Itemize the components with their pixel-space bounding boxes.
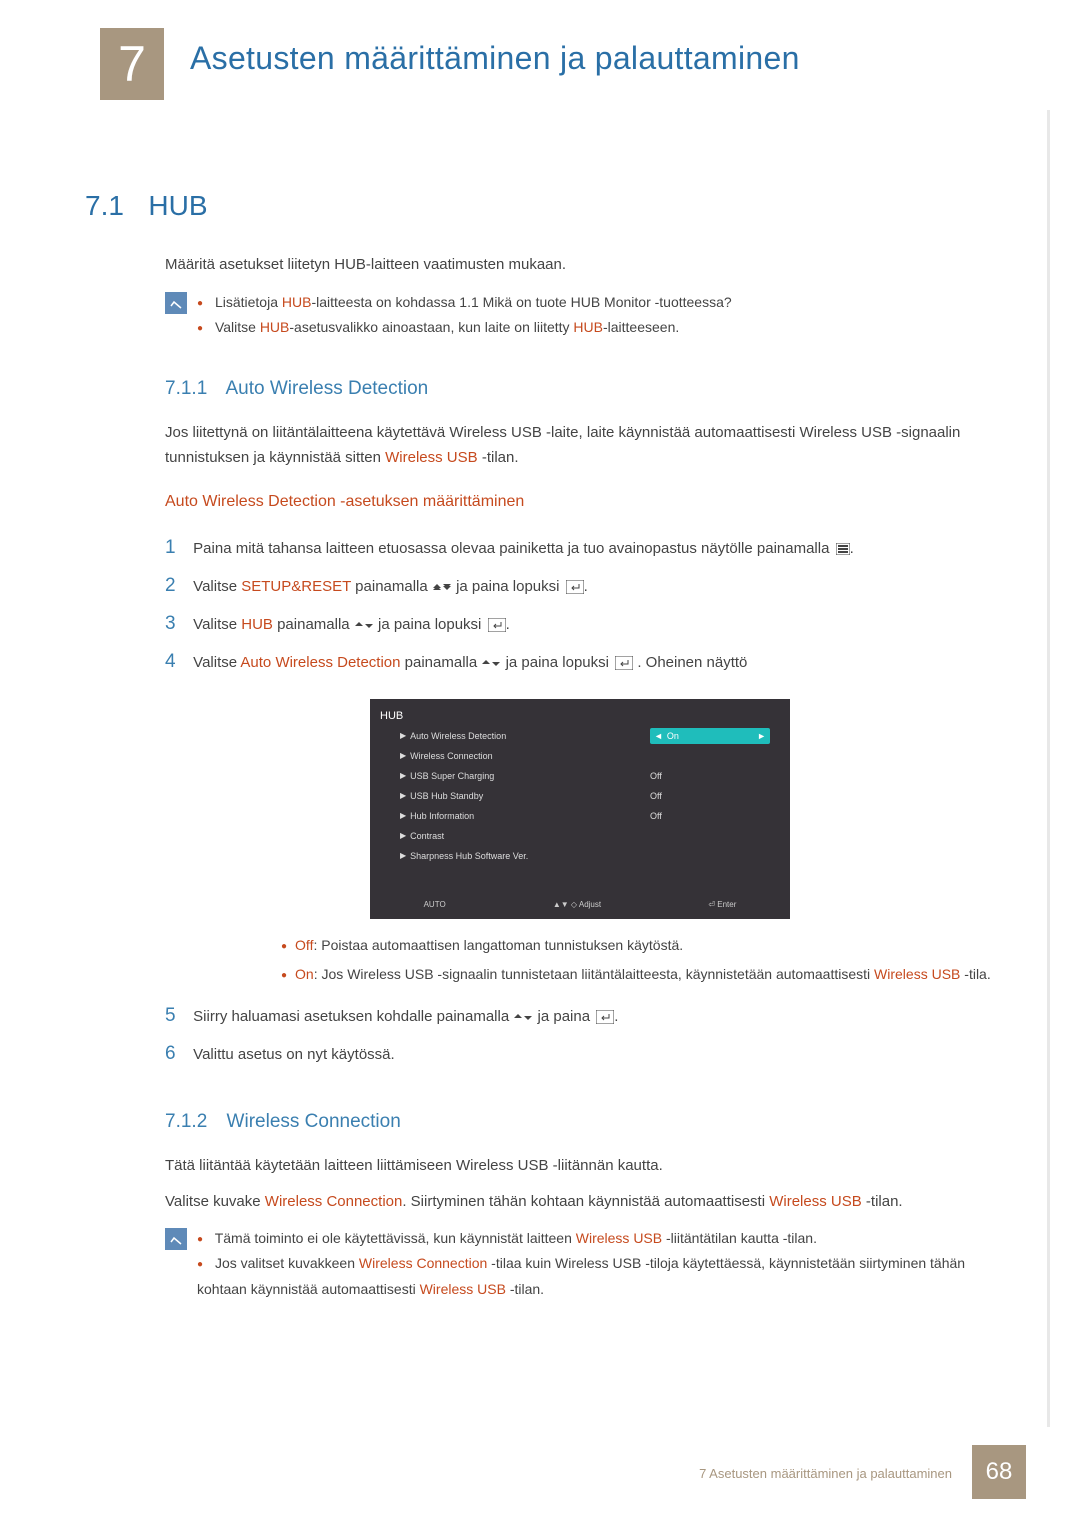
wc-intro: Tätä liitäntää käytetään laitteen liittä… — [165, 1153, 995, 1179]
step-4: 4 Valitse Auto Wireless Detection painam… — [165, 643, 995, 681]
bullet-icon: ● — [197, 323, 203, 334]
bullet-icon: ● — [197, 1259, 203, 1270]
note-body: ● Tämä toiminto ei ole käytettävissä, ku… — [197, 1226, 995, 1302]
option-bullets: ● Off: Poistaa automaattisen langattoman… — [281, 933, 995, 987]
osd-row: ▶ Wireless Connection — [400, 747, 770, 765]
osd-screenshot: HUB ▶ Auto Wireless Detection ◄On► ▶ Wir… — [370, 699, 790, 919]
chapter-number: 7 — [118, 35, 146, 93]
chapter-number-badge: 7 — [100, 28, 164, 100]
awd-intro: Jos liitettynä on liitäntälaitteena käyt… — [165, 420, 995, 471]
osd-row: ▶ Sharpness Hub Software Ver. — [400, 847, 770, 865]
step-1: 1 Paina mitä tahansa laitteen etuosassa … — [165, 529, 995, 567]
subsection-1-header: 7.1.1 Auto Wireless Detection — [165, 378, 995, 400]
osd-row: ▶ Auto Wireless Detection ◄On► — [400, 727, 770, 745]
footer-chapter-label: 7 Asetusten määrittäminen ja palauttamin… — [699, 1466, 952, 1481]
section-number: 7.1 — [85, 190, 124, 222]
subsection-1-title: Auto Wireless Detection — [226, 378, 429, 399]
up-down-arrows-icon — [513, 1010, 533, 1024]
osd-row: ▶ USB Hub Standby Off — [400, 787, 770, 805]
osd-row: ▶ Contrast — [400, 827, 770, 845]
osd-title: HUB — [380, 705, 403, 727]
note-block-1: ● Lisätietoja HUB-laitteesta on kohdassa… — [165, 290, 995, 340]
step-5: 5 Siirry haluamasi asetuksen kohdalle pa… — [165, 997, 995, 1035]
osd-legend: AUTO ▲▼ ◇ Adjust ⏎ Enter — [370, 897, 790, 913]
enter-icon — [488, 618, 506, 632]
bullet-icon: ● — [197, 1234, 203, 1245]
menu-icon — [836, 543, 850, 555]
step-2: 2 Valitse SETUP&RESET painamalla ja pain… — [165, 567, 995, 605]
subsection-2-number: 7.1.2 — [165, 1111, 207, 1132]
enter-icon — [566, 580, 584, 594]
steps-list: 1 Paina mitä tahansa laitteen etuosassa … — [165, 529, 995, 1073]
subsection-1-number: 7.1.1 — [165, 378, 207, 399]
note-icon — [165, 1228, 187, 1250]
option-off: ● Off: Poistaa automaattisen langattoman… — [281, 933, 995, 958]
page-number: 68 — [986, 1458, 1013, 1486]
subsection-2-header: 7.1.2 Wireless Connection — [165, 1111, 995, 1133]
awd-config-heading: Auto Wireless Detection -asetuksen määri… — [165, 493, 995, 511]
osd-selected-value: ◄On► — [650, 728, 770, 744]
note-block-2: ● Tämä toiminto ei ole käytettävissä, ku… — [165, 1226, 995, 1302]
enter-icon — [596, 1010, 614, 1024]
step-3: 3 Valitse HUB painamalla ja paina lopuks… — [165, 605, 995, 643]
chevron-right-icon: ▶ — [400, 728, 406, 744]
bullet-icon: ● — [197, 298, 203, 309]
page-number-badge: 68 — [972, 1445, 1026, 1499]
page-content: 7.1 HUB Määritä asetukset liitetyn HUB-l… — [85, 190, 995, 1302]
osd-row: ▶ USB Super Charging Off — [400, 767, 770, 785]
step-6: 6 Valittu asetus on nyt käytössä. — [165, 1035, 995, 1073]
up-down-arrows-icon — [354, 618, 374, 632]
enter-icon — [615, 656, 633, 670]
note-icon — [165, 292, 187, 314]
sidebar-divider — [1047, 110, 1050, 1427]
up-down-arrows-icon — [432, 580, 452, 594]
section-title: HUB — [148, 190, 207, 222]
wc-line: Valitse kuvake Wireless Connection. Siir… — [165, 1189, 995, 1215]
osd-row: ▶ Hub Information Off — [400, 807, 770, 825]
section-intro: Määritä asetukset liitetyn HUB-laitteen … — [165, 252, 995, 278]
note-body: ● Lisätietoja HUB-laitteesta on kohdassa… — [197, 290, 732, 340]
bullet-icon: ● — [281, 967, 287, 985]
chapter-title: Asetusten määrittäminen ja palauttaminen — [190, 40, 800, 77]
subsection-2-title: Wireless Connection — [227, 1111, 401, 1132]
bullet-icon: ● — [281, 938, 287, 956]
option-on: ● On: Jos Wireless USB -signaalin tunnis… — [281, 962, 995, 987]
section-header: 7.1 HUB — [85, 190, 995, 222]
up-down-arrows-icon — [481, 656, 501, 670]
